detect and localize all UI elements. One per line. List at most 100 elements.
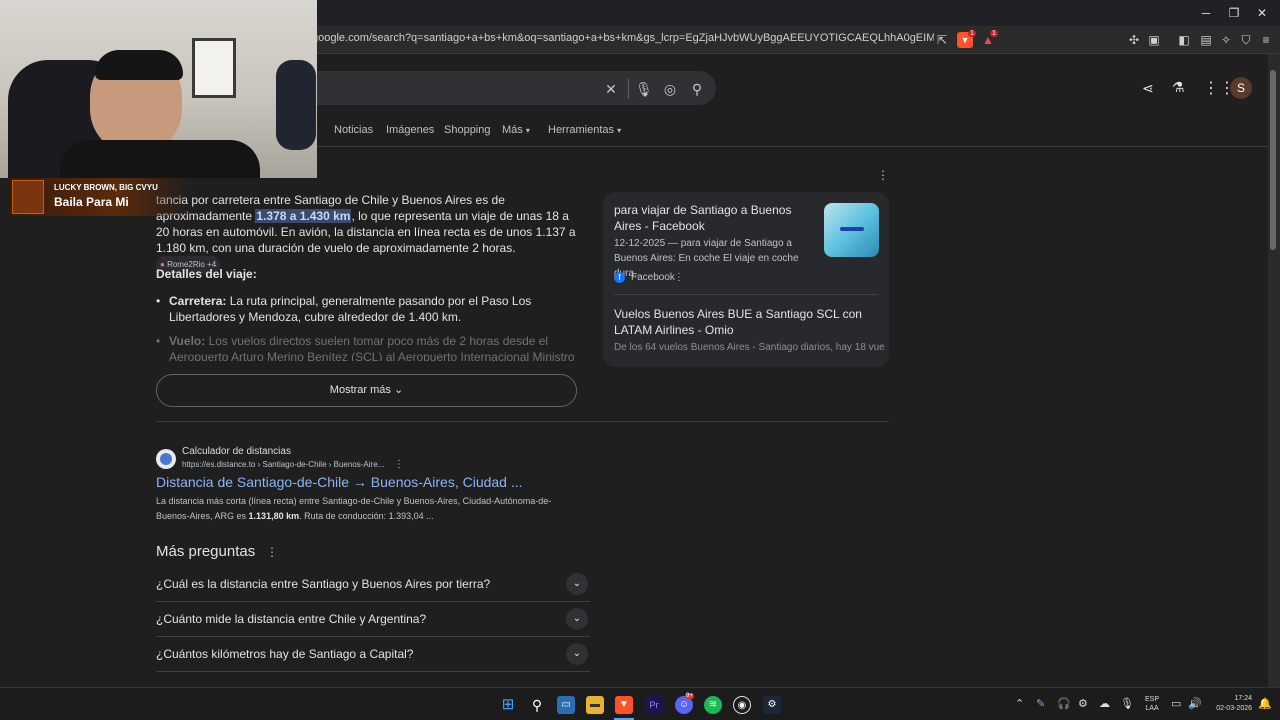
favicon-distance xyxy=(156,449,176,469)
chevron-down-icon[interactable]: ⌄ xyxy=(566,643,588,665)
wall-poster xyxy=(192,38,236,98)
route-line xyxy=(840,227,864,231)
tab-herramientas[interactable]: Herramientas ▾ xyxy=(548,124,621,136)
discord-badge: 9+ xyxy=(685,693,694,699)
bullet-dot: • xyxy=(156,294,161,308)
clock[interactable]: 17:24 02-03-2026 xyxy=(1210,694,1252,714)
show-more-label: Mostrar más xyxy=(329,384,391,396)
paa-question-2[interactable]: ¿Cuánto mide la distancia entre Chile y … xyxy=(156,602,590,637)
result-site-name: Calculador de distancias xyxy=(182,446,291,457)
obs-icon[interactable]: ◉ xyxy=(733,696,751,714)
language-indicator[interactable]: ESP LAA xyxy=(1145,695,1159,713)
source-2-title[interactable]: Vuelos Buenos Aires BUE a Santiago SCL c… xyxy=(614,306,879,338)
chevron-down-icon[interactable]: ⌄ xyxy=(566,608,588,630)
lens-search-icon[interactable]: ◎ xyxy=(662,81,678,97)
search-divider xyxy=(628,79,629,99)
paa-more-icon[interactable]: ⋮ xyxy=(266,545,278,559)
menu-icon[interactable]: ≡ xyxy=(1258,32,1274,48)
bullet2-label: Vuelo: xyxy=(169,334,206,348)
search-icon[interactable]: ⚲ xyxy=(689,81,705,97)
tab-noticias[interactable]: Noticias xyxy=(334,124,373,136)
result-snippet: La distancia más corta (línea recta) ent… xyxy=(156,494,576,524)
share-page-icon[interactable]: ⇱ xyxy=(934,32,950,48)
result-title-link[interactable]: Distancia de Santiago-de-Chile → Buenos-… xyxy=(156,474,523,490)
album-art xyxy=(12,180,44,214)
show-more-button[interactable]: Mostrar más ⌄ xyxy=(156,374,577,407)
search-input[interactable] xyxy=(300,71,716,105)
network-tray-icon[interactable]: ☁ xyxy=(1099,697,1110,710)
clock-time: 17:24 xyxy=(1234,695,1252,702)
clock-date: 02-03-2026 xyxy=(1216,705,1252,712)
lang-code: ESP xyxy=(1145,696,1160,703)
overview-more-icon[interactable]: ⋮ xyxy=(877,168,889,182)
streamer-hair xyxy=(95,50,183,80)
tab-herramientas-label: Herramientas xyxy=(548,124,615,136)
clear-search-icon[interactable]: ✕ xyxy=(603,81,619,97)
chevron-down-icon[interactable]: ⌄ xyxy=(566,573,588,595)
brave-icon[interactable]: ▼ xyxy=(615,696,633,714)
close-window-button[interactable]: ✕ xyxy=(1250,5,1274,21)
leo-ai-icon[interactable]: ✧ xyxy=(1218,32,1234,48)
tray-overflow-icon[interactable]: ⌃ xyxy=(1015,697,1024,710)
tab-shopping[interactable]: Shopping xyxy=(444,124,491,136)
sources-card: para viajar de Santiago a Buenos Aires -… xyxy=(603,192,889,367)
guitar xyxy=(276,60,316,150)
task-view-icon[interactable]: ▭ xyxy=(557,696,575,714)
result-more-icon[interactable]: ⋮ xyxy=(394,459,404,470)
headset-icon[interactable]: 🎧 xyxy=(1057,697,1071,710)
question-text: ¿Cuántos kilómetros hay de Santiago a Ca… xyxy=(156,647,414,661)
voice-search-icon[interactable]: 🎙 xyxy=(635,81,653,97)
source-divider xyxy=(614,294,878,295)
paa-question-3[interactable]: ¿Cuántos kilómetros hay de Santiago a Ca… xyxy=(156,637,590,672)
spotify-icon[interactable]: ≋ xyxy=(704,696,722,714)
pen-icon[interactable]: ✎ xyxy=(1036,697,1045,710)
bullet-carretera: • Carretera: La ruta principal, generalm… xyxy=(156,293,576,325)
map-thumbnail[interactable] xyxy=(824,203,879,257)
tabs-divider xyxy=(300,146,1268,147)
notification-bell-icon[interactable]: 🔔 xyxy=(1258,697,1272,710)
chevron-down-icon: ⌄ xyxy=(393,384,404,396)
source-1-site[interactable]: Facebook xyxy=(631,270,675,285)
tab-mas-label: Más xyxy=(502,124,523,136)
search-icon[interactable]: ⚲ xyxy=(528,696,546,714)
tab-mas[interactable]: Más ▾ xyxy=(502,124,530,136)
taskbar: ⊞ ⚲ ▭ ▬ ▼ Pr ☺ 9+ ≋ ◉ ⚙ ⌃ ✎ 🎧 ⚙ ☁ 🎙 ESP L… xyxy=(0,687,1280,720)
premiere-icon[interactable]: Pr xyxy=(645,696,663,714)
steam-tray-icon[interactable]: ⚙ xyxy=(1078,697,1088,710)
paa-question-1[interactable]: ¿Cuál es la distancia entre Santiago y B… xyxy=(156,567,590,602)
source-1-title[interactable]: para viajar de Santiago a Buenos Aires -… xyxy=(614,202,814,234)
snippet-b: 1.131,80 km xyxy=(248,511,300,521)
steam-icon[interactable]: ⚙ xyxy=(763,696,781,714)
vpn-shield-icon[interactable]: ⛉ xyxy=(1238,32,1254,48)
extensions-icon[interactable]: ✣ xyxy=(1126,32,1142,48)
tab-imagenes[interactable]: Imágenes xyxy=(386,124,434,136)
microphone-icon[interactable]: 🎙 xyxy=(1120,697,1134,710)
volume-icon[interactable]: 🔊 xyxy=(1188,697,1202,710)
wifi-icon[interactable]: ▭ xyxy=(1171,697,1181,710)
overview-paragraph: tancia por carretera entre Santiago de C… xyxy=(156,192,576,274)
minimize-button[interactable]: ─ xyxy=(1194,5,1218,21)
bullet-dot: • xyxy=(156,334,161,348)
restore-button[interactable]: ❐ xyxy=(1222,5,1246,21)
overview-highlight: 1.378 a 1.430 km xyxy=(255,209,352,223)
section-divider xyxy=(156,421,889,422)
windows-start-icon[interactable]: ⊞ xyxy=(499,696,517,714)
snippet-c: . Ruta de conducción: 1.393,04 ... xyxy=(299,511,434,521)
reading-list-icon[interactable]: ▤ xyxy=(1198,32,1214,48)
song-artist: LUCKY BROWN, BIG CVYU xyxy=(54,183,158,192)
layout-code: LAA xyxy=(1145,705,1159,712)
song-title: Baila Para Mi xyxy=(54,195,129,209)
bullet2-text: Los vuelos directos suelen tomar poco má… xyxy=(169,334,575,361)
now-playing-overlay: LUCKY BROWN, BIG CVYU Baila Para Mi xyxy=(10,178,190,216)
scrollbar-thumb[interactable] xyxy=(1270,70,1276,250)
sidebar-icon[interactable]: ◧ xyxy=(1176,32,1192,48)
avatar[interactable]: S xyxy=(1230,77,1252,99)
url-input[interactable]: google.com/search?q=santiago+a+bs+km&oq=… xyxy=(312,32,934,44)
file-explorer-icon[interactable]: ▬ xyxy=(586,696,604,714)
labs-flask-icon[interactable]: ⚗ xyxy=(1172,79,1185,96)
brave-badge: 1 xyxy=(968,30,976,37)
source-1-more-icon[interactable]: ⋮ xyxy=(674,270,684,285)
globe-icon xyxy=(160,453,172,465)
share-icon[interactable]: ⋖ xyxy=(1142,80,1154,97)
wallet-icon[interactable]: ▣ xyxy=(1146,32,1162,48)
